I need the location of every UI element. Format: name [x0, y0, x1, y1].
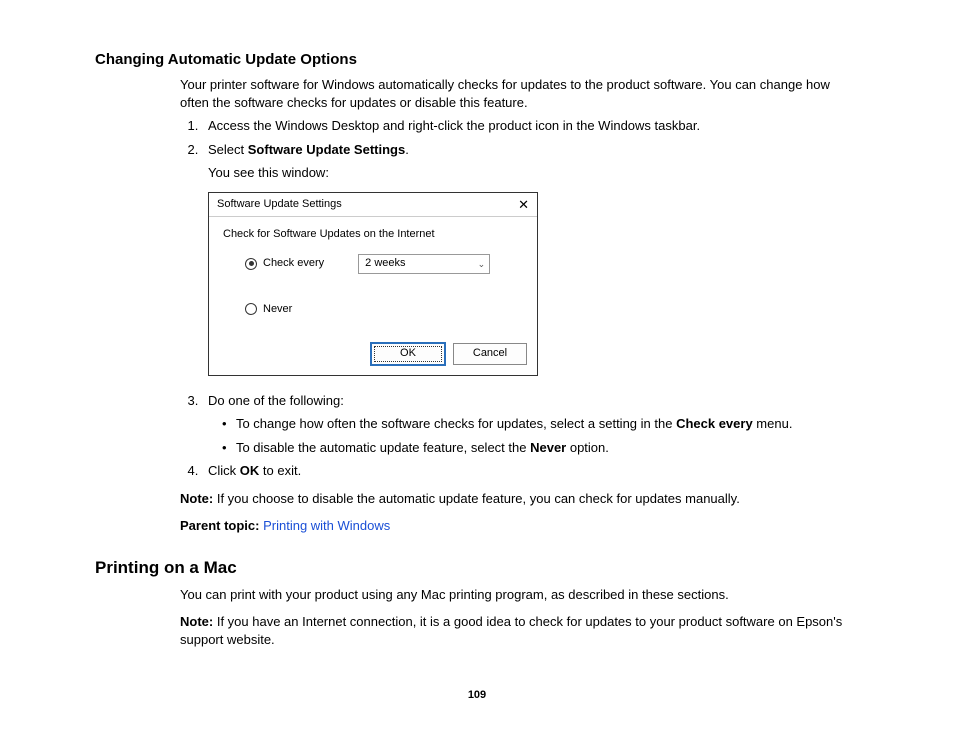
dialog-group-label: Check for Software Updates on the Intern… [223, 227, 523, 242]
radio-never[interactable] [245, 303, 257, 315]
step-2-pre: Select [208, 142, 248, 157]
dialog-titlebar: Software Update Settings ✕ [209, 193, 537, 217]
step-2-bold: Software Update Settings [248, 142, 405, 157]
radio-check-every-row[interactable]: Check every 2 weeks ⌄ [245, 254, 523, 274]
intro-paragraph: Your printer software for Windows automa… [180, 76, 859, 111]
software-update-dialog: Software Update Settings ✕ Check for Sof… [208, 192, 538, 376]
b1-pre: To change how often the software checks … [236, 416, 676, 431]
note-1-text: If you choose to disable the automatic u… [213, 491, 740, 506]
parent-label: Parent topic: [180, 518, 259, 533]
radio-never-row[interactable]: Never [245, 302, 523, 317]
parent-topic: Parent topic: Printing with Windows [180, 517, 859, 535]
interval-value: 2 weeks [365, 256, 405, 271]
step-2-sub: You see this window: [208, 164, 859, 182]
b2-bold: Never [530, 440, 566, 455]
s4-bold: OK [240, 463, 260, 478]
step-2-post: . [405, 142, 409, 157]
steps-list: Access the Windows Desktop and right-cli… [180, 117, 859, 479]
step-3-bullet-2: To disable the automatic update feature,… [222, 439, 859, 457]
interval-dropdown[interactable]: 2 weeks ⌄ [358, 254, 490, 274]
s4-post: to exit. [259, 463, 301, 478]
step-1: Access the Windows Desktop and right-cli… [202, 117, 859, 135]
radio-check-every[interactable] [245, 258, 257, 270]
heading-changing-auto-update: Changing Automatic Update Options [95, 50, 859, 70]
heading-printing-mac: Printing on a Mac [95, 557, 859, 580]
note-1-label: Note: [180, 491, 213, 506]
step-4: Click OK to exit. [202, 462, 859, 480]
cancel-button[interactable]: Cancel [453, 343, 527, 365]
radio-never-label: Never [263, 302, 292, 317]
close-icon[interactable]: ✕ [518, 198, 529, 211]
note-2-text: If you have an Internet connection, it i… [180, 614, 842, 647]
radio-check-every-label: Check every [263, 256, 324, 271]
s4-pre: Click [208, 463, 240, 478]
mac-intro: You can print with your product using an… [180, 586, 859, 604]
b1-bold: Check every [676, 416, 753, 431]
b2-pre: To disable the automatic update feature,… [236, 440, 530, 455]
ok-button[interactable]: OK [371, 343, 445, 365]
step-3-lead: Do one of the following: [208, 393, 344, 408]
step-3-bullet-1: To change how often the software checks … [222, 415, 859, 433]
dialog-title: Software Update Settings [217, 197, 342, 212]
parent-topic-link[interactable]: Printing with Windows [263, 518, 390, 533]
step-3: Do one of the following: To change how o… [202, 392, 859, 457]
step-2: Select Software Update Settings. You see… [202, 141, 859, 376]
b2-post: option. [566, 440, 609, 455]
b1-post: menu. [753, 416, 793, 431]
note-1: Note: If you choose to disable the autom… [180, 490, 859, 508]
note-2: Note: If you have an Internet connection… [180, 613, 859, 648]
page-number: 109 [95, 688, 859, 703]
chevron-down-icon: ⌄ [478, 258, 486, 270]
note-2-label: Note: [180, 614, 213, 629]
